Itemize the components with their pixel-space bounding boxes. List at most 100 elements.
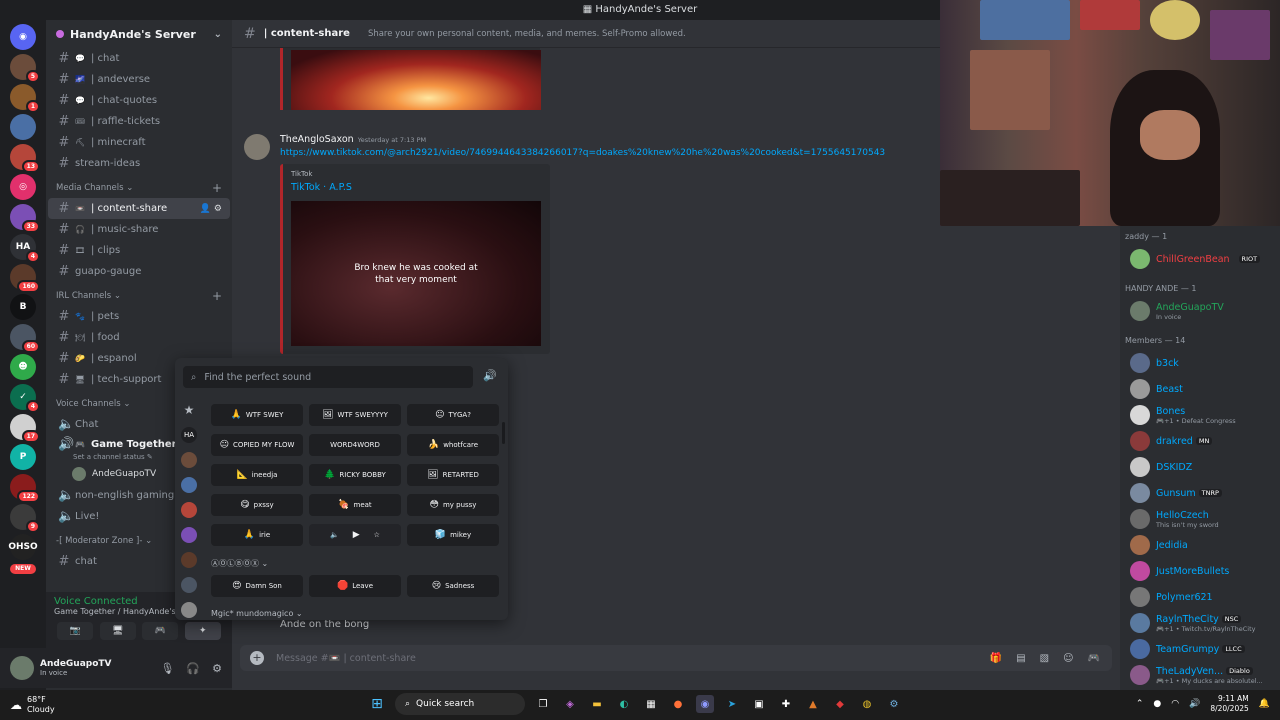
image-embed[interactable] xyxy=(280,48,541,110)
channel-topic[interactable]: Share your own personal content, media, … xyxy=(368,29,686,39)
sound-section-title[interactable]: ⒶⓄⓁⒷⓄⓍ ⌄ xyxy=(211,558,268,569)
headphones-icon[interactable]: 🎧 xyxy=(186,662,200,675)
sound-button[interactable]: 😐 COPIED MY FLOW xyxy=(211,434,303,456)
channel-settings-icon[interactable]: 👤 ⚙ xyxy=(200,204,222,214)
message-link[interactable]: https://www.tiktok.com/@arch2921/video/7… xyxy=(280,148,885,158)
clock[interactable]: 9:11 AM 8/20/2025 xyxy=(1210,694,1248,714)
message-composer[interactable]: + Message #📼 | content-share 🎁 ▤ ▧ ☺ 🎮 xyxy=(240,645,1112,671)
windows-start-icon[interactable]: ⊞ xyxy=(368,695,386,713)
channel-stream-ideas[interactable]: # stream-ideas xyxy=(48,153,230,174)
discord-home-icon[interactable]: ◉ xyxy=(10,24,36,50)
channel-content-share[interactable]: # 📼 | content-share 👤 ⚙ xyxy=(48,198,230,219)
user-avatar[interactable] xyxy=(10,656,34,680)
sound-button[interactable]: 🌲 RICKY BOBBY xyxy=(309,464,401,486)
category-media[interactable]: Media Channels ⌄ + xyxy=(46,178,232,198)
sticker-icon[interactable]: ▧ xyxy=(1040,653,1049,664)
app-icon[interactable]: ▣ xyxy=(750,695,768,713)
volume-icon[interactable]: 🔊 xyxy=(1189,699,1200,709)
sound-search-input[interactable]: ⌕ Find the perfect sound xyxy=(183,366,473,388)
channel-pets[interactable]: # 🐾 | pets xyxy=(48,306,230,327)
member-item[interactable]: drakred MN xyxy=(1120,428,1280,454)
video-thumbnail[interactable]: Bro knew he was cooked at that very momen… xyxy=(291,201,541,346)
member-item[interactable]: RaylnTheCity NSC 🎮+1 • Twitch.tv/RaylnTheC… xyxy=(1120,610,1280,636)
server-icon[interactable]: P xyxy=(10,444,36,470)
edge-icon[interactable]: ◐ xyxy=(615,695,633,713)
camera-off-icon[interactable]: 📷 xyxy=(57,622,94,640)
app-icon[interactable]: ✚ xyxy=(777,695,795,713)
file-explorer-icon[interactable]: ▬ xyxy=(588,695,606,713)
channel-chat-quotes[interactable]: # 💬 | chat-quotes xyxy=(48,90,230,111)
message-input[interactable]: Message #📼 | content-share xyxy=(276,653,416,664)
activity-icon[interactable]: 🎮 xyxy=(142,622,179,640)
server-icon[interactable] xyxy=(181,552,197,568)
firefox-icon[interactable]: ● xyxy=(669,695,687,713)
app-icon[interactable]: ▲ xyxy=(804,695,822,713)
server-icon[interactable]: ◎ xyxy=(10,174,36,200)
server-icon[interactable]: OHSO xyxy=(8,534,38,560)
sound-button[interactable]: 🙏 WTF SWEY xyxy=(211,404,303,426)
server-icon[interactable]: 160 xyxy=(10,264,40,293)
task-view-icon[interactable]: ❐ xyxy=(534,695,552,713)
favorites-star-icon[interactable]: ★ xyxy=(181,402,197,418)
discord-icon[interactable]: ◉ xyxy=(696,695,714,713)
server-icon[interactable]: 122 xyxy=(10,474,40,503)
server-icon[interactable] xyxy=(10,114,36,140)
mic-icon[interactable]: 🎙 xyxy=(160,662,174,675)
tray-app-icon[interactable]: ● xyxy=(1153,699,1161,709)
member-item[interactable]: DSKIDZ xyxy=(1120,454,1280,480)
volume-icon[interactable]: 🔈 xyxy=(330,531,339,539)
sound-button[interactable]: 😢 Sadness xyxy=(407,575,499,597)
member-item[interactable]: Jedidia xyxy=(1120,532,1280,558)
embed-image[interactable] xyxy=(291,50,541,110)
volume-icon[interactable]: 🔊 xyxy=(483,369,497,382)
server-icon[interactable] xyxy=(181,602,197,618)
sound-button[interactable]: 🍖 meat xyxy=(309,494,401,516)
taskbar-search[interactable]: ⌕ Quick search xyxy=(395,693,525,715)
settings-gear-icon[interactable]: ⚙ xyxy=(212,662,222,675)
steam-icon[interactable]: ⚙ xyxy=(885,695,903,713)
chrome-icon[interactable]: ◍ xyxy=(858,695,876,713)
app-icon[interactable]: ◆ xyxy=(831,695,849,713)
member-item[interactable]: HelloCzech This isn't my sword xyxy=(1120,506,1280,532)
sound-button[interactable]: 🍌 whotfcare xyxy=(407,434,499,456)
server-icon[interactable]: 33 xyxy=(10,204,40,233)
server-icon[interactable]: 1 xyxy=(10,84,40,113)
channel-andeverse[interactable]: # 🌌 | andeverse xyxy=(48,69,230,90)
copilot-icon[interactable]: ◈ xyxy=(561,695,579,713)
channel-food[interactable]: # 🍽 | food xyxy=(48,327,230,348)
gift-icon[interactable]: 🎁 xyxy=(990,653,1002,664)
sound-button[interactable]: 😳 my pussy xyxy=(407,494,499,516)
sound-preview-controls[interactable]: 🔈 ▶ ☆ xyxy=(309,524,401,546)
server-icon[interactable]: 13 xyxy=(10,144,40,173)
store-icon[interactable]: ▦ xyxy=(642,695,660,713)
member-item[interactable]: TeamGrumpy LLCC xyxy=(1120,636,1280,662)
server-icon[interactable] xyxy=(181,577,197,593)
sound-button[interactable]: WORD4WORD xyxy=(309,434,401,456)
sound-button[interactable]: 🖼 RETARTED xyxy=(407,464,499,486)
server-header[interactable]: HandyAnde's Server ⌄ xyxy=(46,20,232,48)
add-attachment-icon[interactable]: + xyxy=(250,651,264,665)
embed-title[interactable]: TikTok · A.P.S xyxy=(291,182,542,193)
server-icon[interactable]: B xyxy=(10,294,36,320)
server-icon[interactable]: HA 4 xyxy=(10,234,40,263)
sound-button[interactable]: 📐 ineedja xyxy=(211,464,303,486)
server-icon[interactable]: 9 xyxy=(10,504,40,533)
server-icon[interactable] xyxy=(181,477,197,493)
server-icon[interactable]: HA xyxy=(181,427,197,443)
chevron-up-icon[interactable]: ⌃ xyxy=(1136,699,1144,709)
gif-icon[interactable]: ▤ xyxy=(1016,653,1025,664)
member-item[interactable]: Gunsum TNRP xyxy=(1120,480,1280,506)
channel-music-share[interactable]: # 🎧 | music-share xyxy=(48,219,230,240)
sound-button[interactable]: 🧊 mikey xyxy=(407,524,499,546)
member-item[interactable]: AndeGuapoTV In voice xyxy=(1120,298,1280,324)
server-icon[interactable] xyxy=(181,502,197,518)
screen-share-icon[interactable]: 🖥 xyxy=(99,622,136,640)
channel-raffle-tickets[interactable]: # 🎟 | raffle-tickets xyxy=(48,111,230,132)
wifi-icon[interactable]: ◠ xyxy=(1171,699,1179,709)
apps-icon[interactable]: 🎮 xyxy=(1088,653,1100,664)
scrollbar[interactable] xyxy=(502,422,505,444)
channel-chat[interactable]: # 💬 | chat xyxy=(48,48,230,69)
sound-section-title[interactable]: Mgic* mundomagico ⌄ xyxy=(211,609,303,618)
member-item[interactable]: JustMoreBullets xyxy=(1120,558,1280,584)
author-name[interactable]: TheAngloSaxon xyxy=(280,134,354,145)
